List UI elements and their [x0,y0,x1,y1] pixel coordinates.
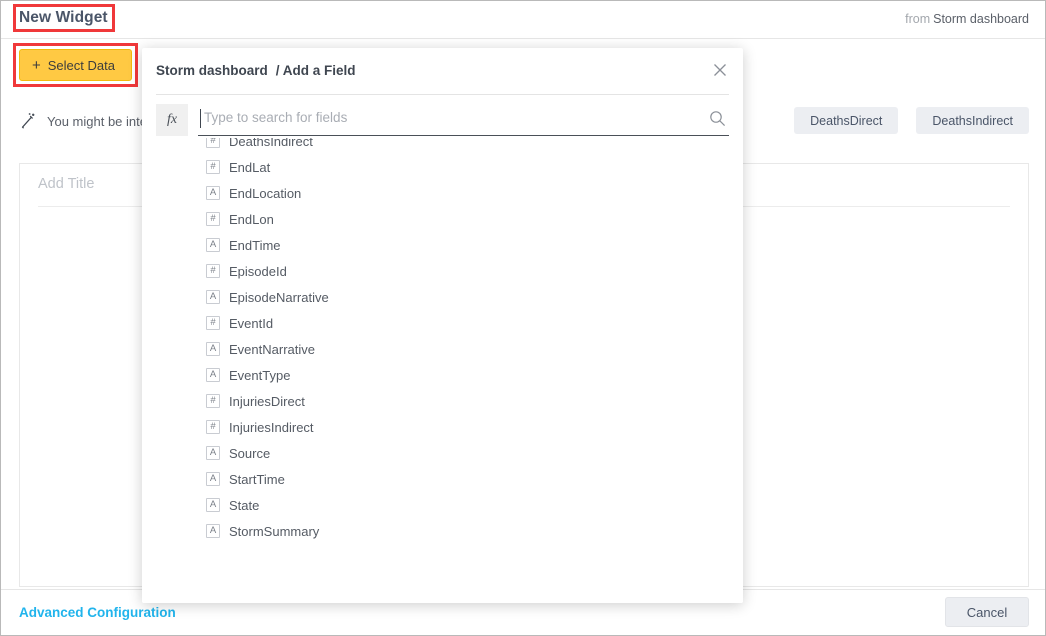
field-list-item[interactable]: A EventNarrative [142,336,743,362]
field-name: EndLocation [229,186,301,201]
field-name: EventNarrative [229,342,315,357]
text-type-icon: A [206,342,220,356]
modal-header-divider [156,94,729,95]
field-list-item[interactable]: # EndLat [142,154,743,180]
field-list-item[interactable]: # EventId [142,310,743,336]
add-field-modal: Storm dashboard / Add a Field fx Type to… [142,48,743,603]
field-name: EpisodeNarrative [229,290,329,305]
cancel-button[interactable]: Cancel [945,597,1029,627]
field-name: DeathsIndirect [229,138,313,149]
field-name: EpisodeId [229,264,287,279]
field-search-placeholder: Type to search for fields [204,110,347,125]
field-list-item[interactable]: A Source [142,440,743,466]
search-icon[interactable] [709,110,726,127]
field-name: EndLon [229,212,274,227]
text-type-icon: A [206,290,220,304]
field-name: State [229,498,259,513]
text-type-icon: A [206,524,220,538]
breadcrumb-root[interactable]: Storm dashboard [156,63,268,78]
text-type-icon: A [206,498,220,512]
field-list-item[interactable]: # DeathsIndirect [142,138,743,154]
field-list-item[interactable]: A EndTime [142,232,743,258]
field-name: EndTime [229,238,281,253]
field-list-item[interactable]: # InjuriesIndirect [142,414,743,440]
text-type-icon: A [206,238,220,252]
field-list-item[interactable]: A EndLocation [142,180,743,206]
field-name: StartTime [229,472,285,487]
field-list-item[interactable]: A StartTime [142,466,743,492]
select-data-button[interactable]: + Select Data [19,49,132,81]
source-dashboard-name: Storm dashboard [933,12,1029,26]
select-data-label: Select Data [48,58,115,73]
text-type-icon: A [206,186,220,200]
from-prefix: from [905,12,930,26]
text-caret [200,109,201,128]
source-dashboard-label: fromStorm dashboard [905,12,1029,26]
page-header: New Widget fromStorm dashboard [1,1,1045,39]
text-type-icon: A [206,368,220,382]
text-type-icon: A [206,446,220,460]
number-type-icon: # [206,316,220,330]
field-list-item[interactable]: # EpisodeId [142,258,743,284]
field-list-item[interactable]: A EpisodeNarrative [142,284,743,310]
breadcrumb: Storm dashboard / Add a Field [156,63,356,78]
suggestion-chip-deathsindirect[interactable]: DeathsIndirect [916,107,1029,134]
field-list-item[interactable]: A StormSummary [142,518,743,544]
widget-title-input[interactable]: Add Title [38,176,94,192]
suggestion-chip-deathsdirect[interactable]: DeathsDirect [794,107,898,134]
field-list-item[interactable]: A EventType [142,362,743,388]
field-search-input[interactable]: Type to search for fields [198,104,729,136]
number-type-icon: # [206,420,220,434]
number-type-icon: # [206,394,220,408]
page-title: New Widget [19,9,108,27]
field-name: InjuriesIndirect [229,420,314,435]
widget-editor-page: New Widget fromStorm dashboard + Select … [0,0,1046,636]
number-type-icon: # [206,160,220,174]
field-list-item[interactable]: A State [142,492,743,518]
suggestion-chips: DeathsDirect DeathsIndirect [794,107,1029,134]
advanced-configuration-link[interactable]: Advanced Configuration [19,605,176,620]
close-icon[interactable] [709,59,731,81]
field-list-item[interactable]: # InjuriesDirect [142,388,743,414]
number-type-icon: # [206,138,220,148]
field-name: EndLat [229,160,270,175]
field-name: InjuriesDirect [229,394,305,409]
field-name: StormSummary [229,524,319,539]
modal-header: Storm dashboard / Add a Field [142,48,743,94]
magic-wand-icon [19,112,37,130]
field-list-item[interactable]: # EndLon [142,206,743,232]
field-list[interactable]: # DeathsIndirect # EndLat A EndLocation # EndLo… [142,138,743,603]
number-type-icon: # [206,212,220,226]
breadcrumb-current: / Add a Field [276,63,356,78]
text-type-icon: A [206,472,220,486]
field-name: EventId [229,316,273,331]
plus-icon: + [32,58,41,73]
number-type-icon: # [206,264,220,278]
formula-fx-button[interactable]: fx [156,104,188,136]
field-search-row: fx Type to search for fields [156,104,729,136]
field-name: EventType [229,368,290,383]
field-name: Source [229,446,270,461]
